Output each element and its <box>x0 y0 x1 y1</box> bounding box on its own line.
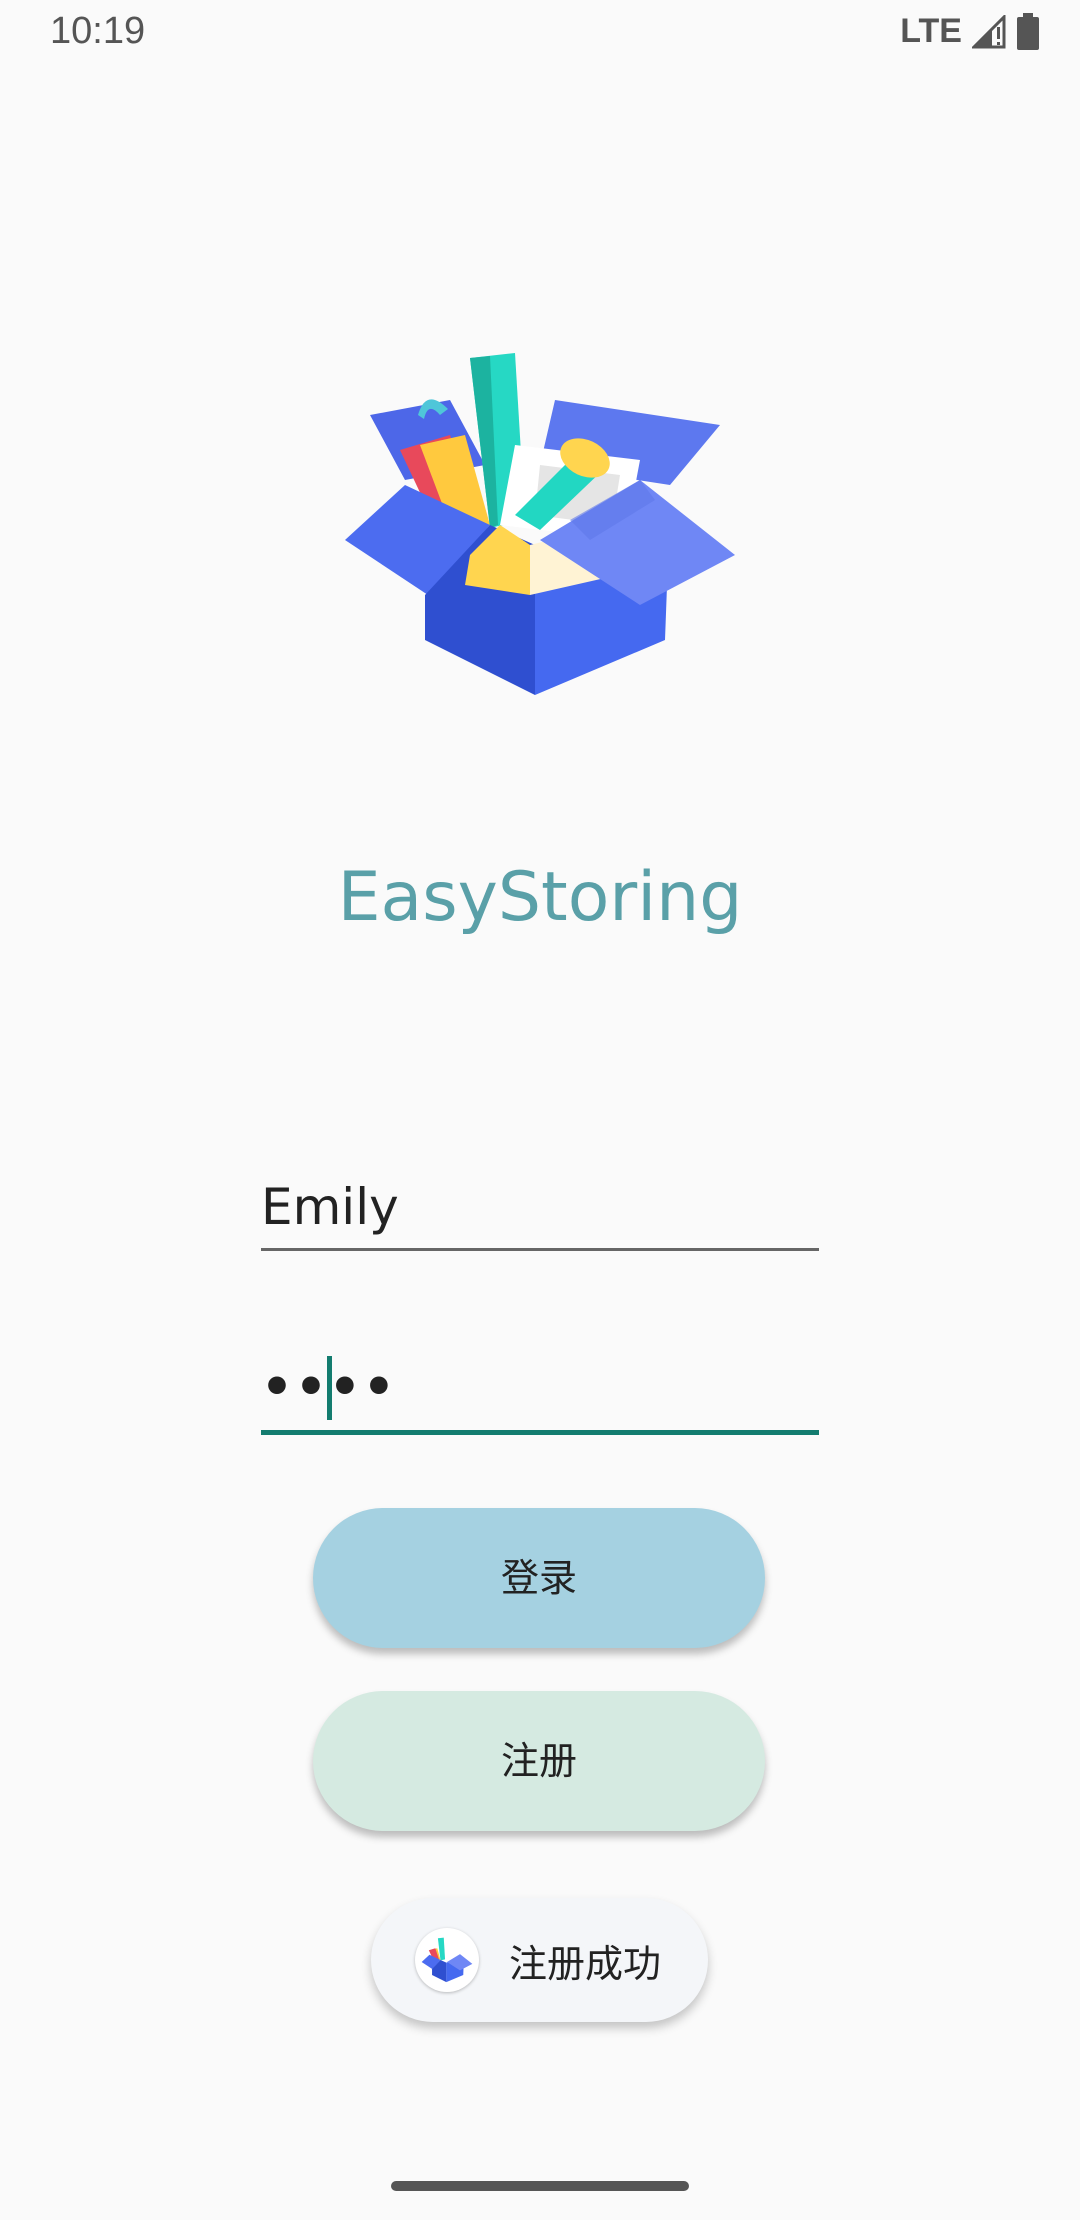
status-bar: 10:19 LTE <box>0 0 1080 70</box>
status-icons: LTE <box>900 12 1040 51</box>
home-indicator[interactable] <box>391 2181 689 2191</box>
signal-icon <box>972 14 1006 48</box>
username-value: Emily <box>261 1178 399 1236</box>
toast: 注册成功 <box>371 1898 708 2022</box>
register-button[interactable]: 注册 <box>313 1691 765 1831</box>
password-field[interactable]: •••• <box>261 1345 819 1435</box>
app-icon <box>415 1928 479 1992</box>
network-type: LTE <box>900 12 962 50</box>
app-title: EasyStoring <box>337 858 743 937</box>
login-button[interactable]: 登录 <box>313 1508 765 1648</box>
storage-box-icon <box>345 353 735 695</box>
username-field[interactable]: Emily <box>261 1170 819 1251</box>
status-time: 10:19 <box>50 10 146 52</box>
toast-message: 注册成功 <box>509 1941 662 1986</box>
battery-icon <box>1017 12 1039 50</box>
text-cursor <box>327 1356 332 1420</box>
